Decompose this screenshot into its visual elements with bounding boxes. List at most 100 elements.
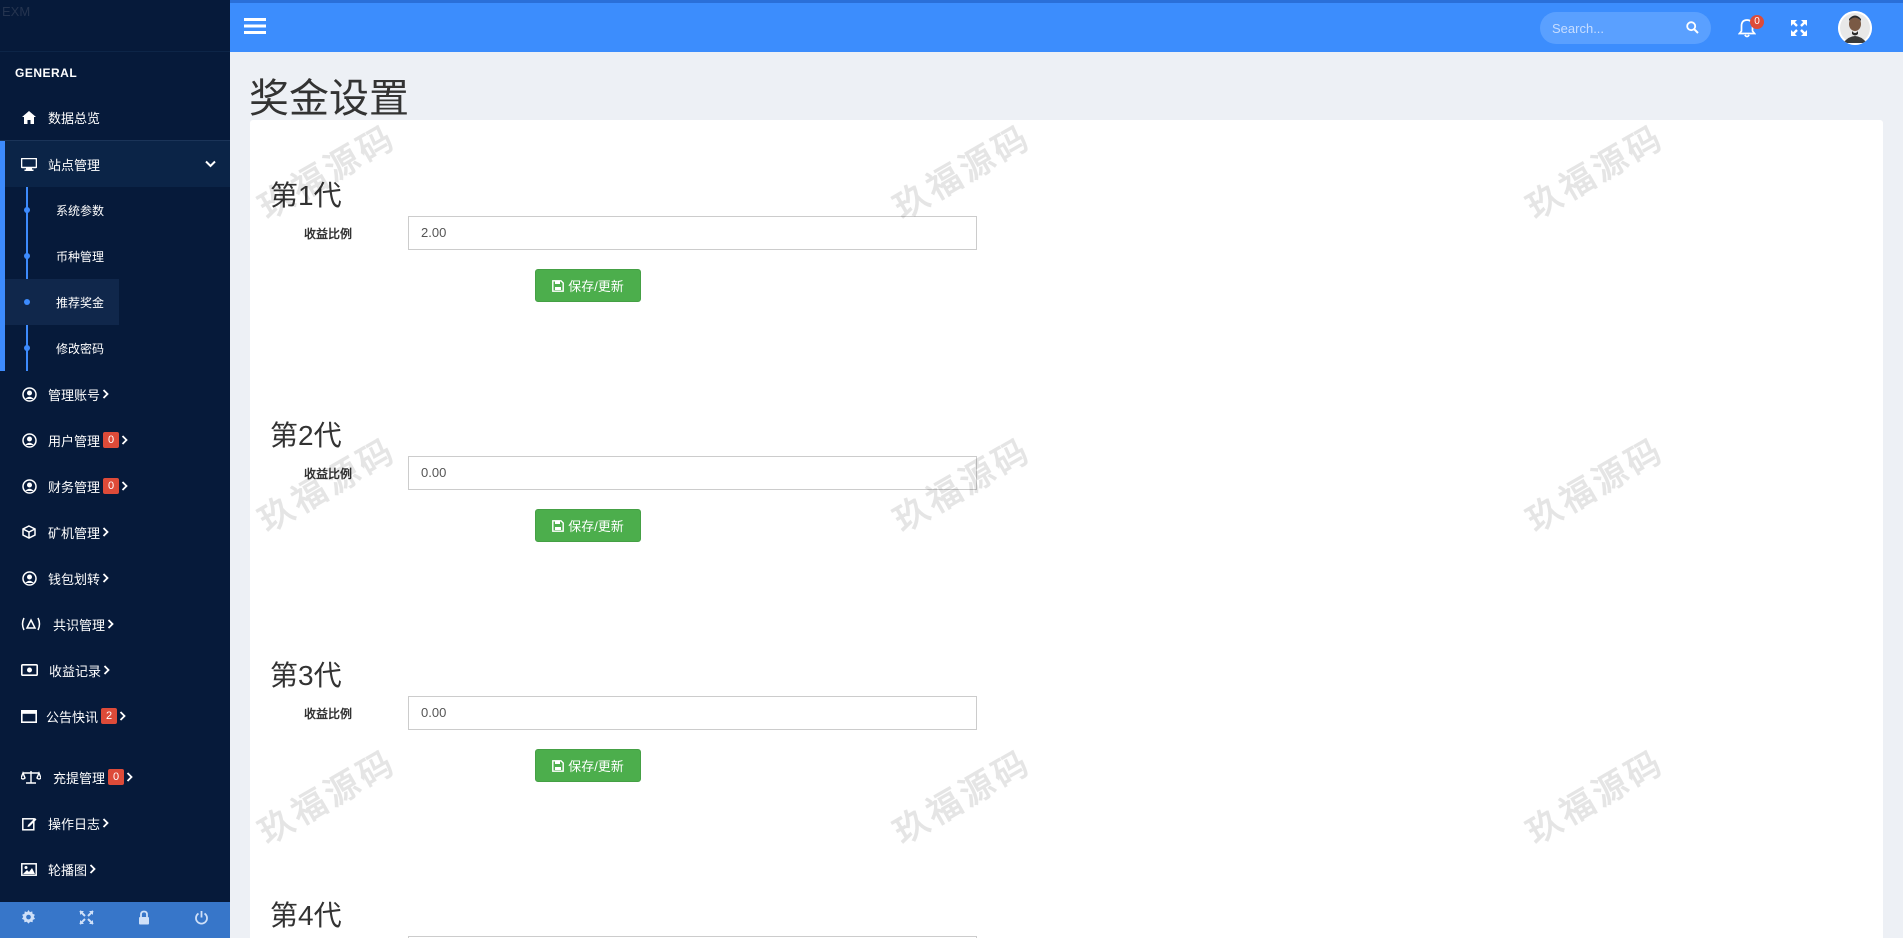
save-button[interactable]: 保存/更新: [535, 269, 641, 302]
chevron-down-icon: [205, 160, 216, 168]
save-button[interactable]: 保存/更新: [535, 749, 641, 782]
ratio-input[interactable]: 0.00: [408, 456, 977, 490]
money-icon: [19, 662, 39, 678]
ratio-input[interactable]: 2.00: [408, 216, 977, 250]
sidebar-item-wallet-transfer[interactable]: 钱包划转: [0, 555, 230, 601]
user-circle-icon: [19, 570, 39, 586]
generation-title: 第2代: [270, 420, 342, 451]
ratio-label: 收益比例: [304, 466, 353, 481]
search-box: [1540, 12, 1711, 44]
expand-icon: [1790, 20, 1808, 41]
save-button[interactable]: 保存/更新: [535, 509, 641, 542]
submenu-item-change-password[interactable]: 修改密码: [5, 325, 230, 371]
sidebar-item-label: 收益记录: [49, 663, 102, 679]
form-row: 收益比例 0.00: [270, 696, 977, 730]
lock-icon: [138, 910, 150, 930]
avatar[interactable]: [1838, 11, 1872, 45]
ratio-label: 收益比例: [304, 226, 353, 241]
user-circle-icon: [19, 386, 39, 402]
ratio-input[interactable]: 0.00: [408, 696, 977, 730]
chevron-right-icon: [102, 527, 109, 537]
generation-title: 第1代: [270, 180, 342, 211]
sidebar-item-label: 数据总览: [48, 110, 101, 126]
top-header: 0: [230, 0, 1903, 52]
notification-count-badge: 0: [1750, 15, 1764, 29]
expand-icon: [79, 910, 94, 930]
search-icon[interactable]: [1686, 21, 1699, 39]
sidebar-toggle-button[interactable]: [244, 17, 266, 40]
sidebar-item-user-management[interactable]: 用户管理 0: [0, 417, 230, 463]
sidebar-item-admin-accounts[interactable]: 管理账号: [0, 371, 230, 417]
floppy-disk-icon: [552, 519, 565, 532]
bullet-dot-icon: [24, 207, 30, 213]
balance-scale-icon: [19, 769, 43, 785]
generation-title: 第4代: [270, 900, 342, 931]
save-button-label: 保存/更新: [568, 279, 624, 294]
form-row: 收益比例 0.00: [270, 456, 977, 490]
sidebar-item-consensus[interactable]: 共识管理: [0, 601, 230, 647]
floppy-disk-icon: [552, 759, 565, 772]
sidebar-section-title: GENERAL: [15, 66, 78, 80]
consensus-icon: [19, 616, 43, 632]
sidebar-item-label: 矿机管理: [48, 525, 101, 541]
chevron-right-icon: [102, 818, 109, 828]
sidebar-item-label: 充提管理: [53, 770, 106, 786]
sidebar-footer: [0, 902, 230, 938]
sidebar-item-miners[interactable]: 矿机管理: [0, 509, 230, 555]
sidebar-item-finance[interactable]: 财务管理 0: [0, 463, 230, 509]
search-input[interactable]: [1540, 12, 1680, 44]
sidebar-item-label: 钱包划转: [48, 571, 101, 587]
hamburger-icon: [244, 18, 266, 39]
sidebar-item-label: 财务管理: [48, 479, 101, 495]
chevron-right-icon: [121, 481, 128, 491]
bullet-dot-icon: [24, 345, 30, 351]
brand: EXM: [0, 0, 230, 52]
brand-text: EXM: [2, 4, 31, 19]
ratio-label: 收益比例: [304, 706, 353, 721]
generation-block-2: 第2代 收益比例 0.00: [270, 414, 977, 490]
submenu-item-label: 修改密码: [56, 341, 105, 356]
fullscreen-toggle-button[interactable]: [1790, 19, 1808, 42]
generation-block-4: 第4代: [270, 894, 977, 938]
submenu-item-referral-bonus[interactable]: 推荐奖金: [5, 279, 119, 325]
save-button-label: 保存/更新: [568, 519, 624, 534]
power-icon: [194, 910, 209, 930]
chevron-right-icon: [102, 573, 109, 583]
sidebar-item-label: 共识管理: [53, 617, 106, 633]
user-circle-icon: [19, 478, 39, 494]
sidebar-submenu: 系统参数 币种管理 推荐奖金 修改密码: [0, 187, 230, 371]
sidebar-item-label: 轮播图: [48, 862, 88, 878]
sidebar-item-site-management[interactable]: 站点管理: [0, 141, 230, 187]
generation-block-1: 第1代 收益比例 2.00: [270, 174, 977, 250]
sidebar-item-label: 站点管理: [48, 157, 101, 173]
sidebar-item-operation-log[interactable]: 操作日志: [0, 800, 230, 846]
sidebar: EXM GENERAL 数据总览 站点管理 系统参数 币种管理 推荐奖金 修改密…: [0, 0, 230, 938]
chevron-right-icon: [107, 619, 114, 629]
sidebar-item-carousel[interactable]: 轮播图: [0, 846, 230, 892]
submenu-item-label: 币种管理: [56, 249, 105, 264]
sidebar-item-deposit-withdraw[interactable]: 充提管理 0: [0, 754, 230, 800]
chevron-right-icon: [89, 864, 96, 874]
logout-button[interactable]: [173, 902, 231, 938]
generation-block-3: 第3代 收益比例 0.00: [270, 654, 977, 730]
cube-icon: [19, 524, 39, 540]
submenu-item-currency[interactable]: 币种管理: [5, 233, 230, 279]
submenu-item-system-params[interactable]: 系统参数: [5, 187, 230, 233]
fullscreen-button[interactable]: [58, 902, 116, 938]
sidebar-item-earnings[interactable]: 收益记录: [0, 647, 230, 693]
sidebar-item-label: 公告快讯: [46, 709, 99, 725]
lock-button[interactable]: [115, 902, 173, 938]
chevron-right-icon: [121, 435, 128, 445]
settings-button[interactable]: [0, 902, 58, 938]
notifications-button[interactable]: 0: [1737, 15, 1764, 43]
floppy-disk-icon: [552, 279, 565, 292]
sidebar-item-announcements[interactable]: 公告快讯 2: [0, 693, 230, 739]
sidebar-item-dashboard[interactable]: 数据总览: [0, 94, 230, 140]
user-circle-icon: [19, 432, 39, 448]
home-icon: [19, 109, 39, 125]
submenu-item-label: 推荐奖金: [56, 295, 105, 310]
form-row: 收益比例 2.00: [270, 216, 977, 250]
save-button-label: 保存/更新: [568, 759, 624, 774]
count-badge: 0: [108, 769, 125, 785]
